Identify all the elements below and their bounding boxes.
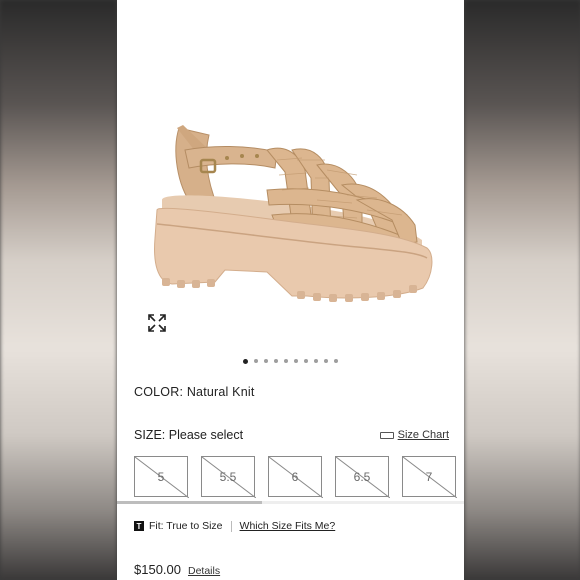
expand-icon[interactable] [147, 313, 167, 333]
size-option-label: 5.5 [219, 469, 237, 484]
carousel-dot[interactable] [254, 359, 258, 363]
product-page: COLOR: Natural Knit SIZE: Please select … [117, 0, 464, 580]
size-chart-label: Size Chart [397, 429, 449, 441]
size-option-label: 5 [157, 469, 165, 484]
size-option-label: 6.5 [353, 469, 371, 484]
size-scrollbar[interactable] [117, 501, 464, 504]
size-option-label: 6 [291, 469, 299, 484]
color-value: Natural Knit [186, 385, 255, 399]
carousel-dot[interactable] [243, 358, 248, 364]
size-option-label: 7 [425, 469, 433, 484]
carousel-dot[interactable] [304, 359, 308, 363]
fit-icon: T [134, 521, 144, 531]
color-label: COLOR: [134, 385, 184, 399]
size-row: SIZE: Please select Size Chart [134, 428, 449, 442]
background-blur-left [0, 0, 117, 580]
sandal-illustration [154, 125, 433, 302]
size-options: 5 5.5 6 6.5 7 [134, 456, 457, 498]
scrollbar-thumb[interactable] [117, 501, 262, 504]
carousel-dots [117, 358, 464, 364]
background-blur-right [464, 0, 580, 580]
size-option-6[interactable]: 6 [268, 456, 323, 498]
carousel-dot[interactable] [264, 359, 268, 363]
size-option-6-5[interactable]: 6.5 [335, 456, 390, 498]
details-link[interactable]: Details [188, 565, 220, 577]
size-option-7[interactable]: 7 [402, 456, 457, 498]
carousel-dot[interactable] [294, 359, 298, 363]
price-row: $150.00 Details [134, 562, 220, 577]
carousel-dot[interactable] [274, 359, 278, 363]
ruler-icon [379, 431, 394, 439]
size-label: SIZE: [134, 428, 166, 442]
price: $150.00 [134, 562, 181, 577]
product-image[interactable] [117, 0, 464, 350]
carousel-dot[interactable] [324, 359, 328, 363]
size-option-5-5[interactable]: 5.5 [201, 456, 256, 498]
size-chart-link[interactable]: Size Chart [379, 429, 449, 441]
fit-row: T Fit: True to Size Which Size Fits Me? [134, 520, 335, 532]
divider [230, 520, 232, 532]
carousel-dot[interactable] [314, 359, 318, 363]
size-value: Please select [168, 428, 244, 442]
carousel-dot[interactable] [284, 359, 288, 363]
color-row: COLOR: Natural Knit [134, 385, 255, 399]
carousel-dot[interactable] [334, 359, 338, 363]
which-size-link[interactable]: Which Size Fits Me? [240, 520, 336, 532]
fit-text: Fit: True to Size [149, 520, 223, 532]
size-option-5[interactable]: 5 [134, 456, 189, 498]
